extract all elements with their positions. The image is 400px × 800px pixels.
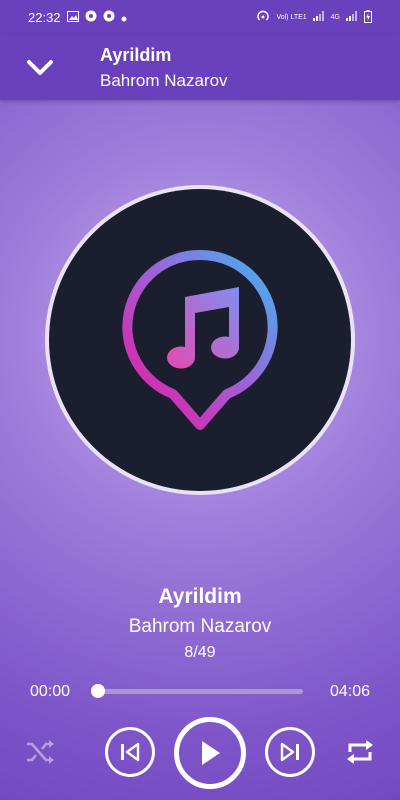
signal-icon: [312, 11, 325, 23]
collapse-button[interactable]: [20, 50, 60, 86]
track-position: 8/49: [184, 644, 216, 661]
repeat-button[interactable]: [340, 730, 380, 774]
header-artist-name: Bahrom Nazarov: [100, 71, 228, 90]
seek-bar[interactable]: [98, 689, 303, 694]
total-time: 04:06: [329, 683, 370, 700]
signal-icon: [346, 11, 358, 23]
status-bar: 22:32 Vol) LTE1 4G: [0, 0, 400, 34]
status-time: 22:32: [28, 9, 61, 25]
play-button[interactable]: [174, 717, 246, 789]
chevron-down-icon: [27, 60, 53, 75]
play-icon: [202, 741, 220, 765]
skip-previous-icon: [121, 742, 140, 762]
previous-button[interactable]: [105, 727, 155, 777]
song-title: Ayrildim: [158, 585, 242, 608]
football-icon: [85, 10, 97, 25]
skip-next-icon: [280, 742, 299, 762]
player-header: Ayrildim Bahrom Nazarov: [0, 34, 400, 100]
shuffle-button[interactable]: [20, 730, 60, 774]
header-song-title: Ayrildim: [100, 45, 172, 65]
notification-dot-icon: [121, 10, 127, 25]
hotspot-icon: [256, 9, 270, 25]
album-art: [45, 185, 355, 495]
seek-thumb[interactable]: [91, 684, 105, 698]
battery-icon: [364, 9, 372, 25]
network-label-volte: Vol) LTE1: [276, 13, 307, 21]
network-label-4g: 4G: [330, 13, 340, 21]
current-time: 00:00: [30, 683, 71, 700]
football-icon: [103, 10, 115, 25]
music-note-icon: [122, 249, 278, 430]
repeat-icon: [347, 740, 373, 764]
gallery-icon: [66, 10, 79, 25]
shuffle-icon: [27, 740, 54, 764]
next-button[interactable]: [265, 727, 315, 777]
artist-name: Bahrom Nazarov: [128, 616, 272, 637]
